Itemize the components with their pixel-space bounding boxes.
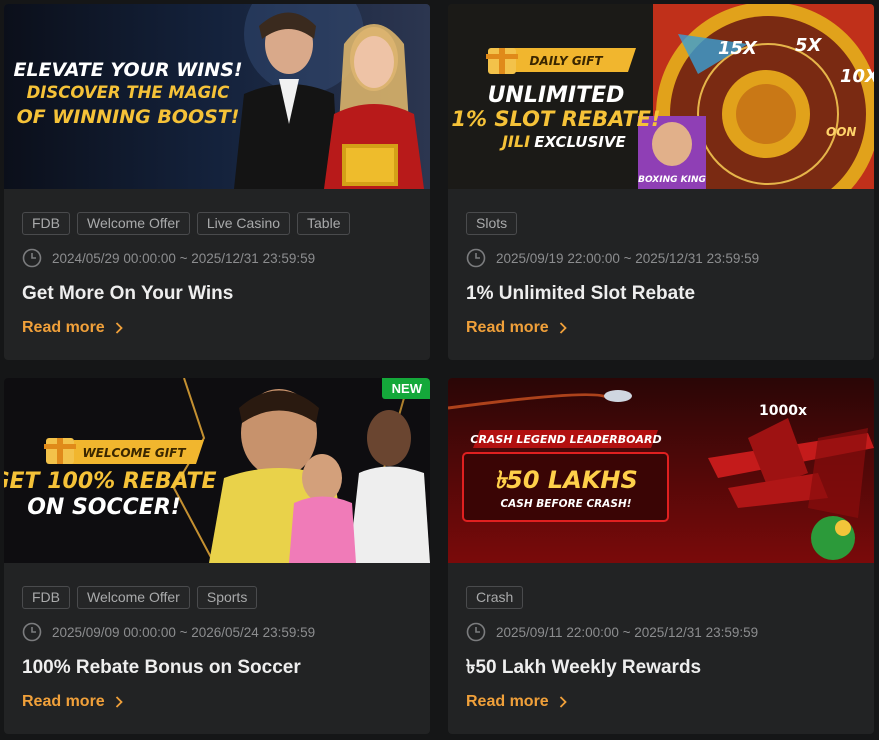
clock-icon xyxy=(466,622,486,642)
read-more-link[interactable]: Read more xyxy=(466,693,856,711)
promo-date: 2025/09/09 00:00:00 ~ 2026/05/24 23:59:5… xyxy=(22,621,412,643)
tag: FDB xyxy=(22,586,70,609)
gift-icon xyxy=(486,48,518,74)
promo-card[interactable]: ELEVATE YOUR WINS! DISCOVER THE MAGIC OF… xyxy=(4,4,430,360)
promotions-grid: ELEVATE YOUR WINS! DISCOVER THE MAGIC OF… xyxy=(0,0,879,740)
wheel-oon: OON xyxy=(826,125,856,139)
read-more-label: Read more xyxy=(466,693,549,710)
tag: Welcome Offer xyxy=(77,212,190,235)
promo-banner[interactable]: 15X 5X 10X OON BOXING KING DAILY GIFT UN… xyxy=(448,4,874,189)
promo-date: 2025/09/11 22:00:00 ~ 2025/12/31 23:59:5… xyxy=(466,621,856,643)
tag: Sports xyxy=(196,586,258,609)
chevron-right-icon xyxy=(559,322,567,334)
tag: Live Casino xyxy=(196,212,291,235)
tag-list: Crash xyxy=(466,586,856,609)
read-more-label: Read more xyxy=(466,319,549,336)
promo-banner[interactable]: ELEVATE YOUR WINS! DISCOVER THE MAGIC OF… xyxy=(4,4,430,189)
clock-icon xyxy=(22,622,42,642)
promo-card[interactable]: CRASH LEGEND LEADERBOARD ৳50 LAKHS CASH … xyxy=(448,378,874,734)
banner-line-2: ON SOCCER! xyxy=(27,495,181,520)
banner-ribbon: DAILY GIFT xyxy=(529,54,603,68)
read-more-label: Read more xyxy=(22,319,105,336)
tag: Table xyxy=(297,212,351,235)
banner-ribbon: CRASH LEGEND LEADERBOARD xyxy=(470,433,661,446)
promo-banner[interactable]: CRASH LEGEND LEADERBOARD ৳50 LAKHS CASH … xyxy=(448,378,874,563)
game-label: BOXING KING xyxy=(638,175,706,185)
read-more-link[interactable]: Read more xyxy=(22,319,412,337)
promo-banner[interactable]: WELCOME GIFT GET 100% REBATE ON SOCCER! … xyxy=(4,378,430,563)
tag: Crash xyxy=(466,586,524,609)
chevron-right-icon xyxy=(115,322,123,334)
gift-icon xyxy=(44,438,76,464)
chevron-right-icon xyxy=(115,696,123,708)
promo-card[interactable]: WELCOME GIFT GET 100% REBATE ON SOCCER! … xyxy=(4,378,430,734)
banner-multiplier: 1000x xyxy=(759,403,807,419)
wheel-10x: 10X xyxy=(840,66,874,87)
banner-line-1: GET 100% REBATE xyxy=(4,469,217,494)
banner-line-1: UNLIMITED xyxy=(488,83,625,108)
chevron-right-icon xyxy=(559,696,567,708)
banner-line-2: DISCOVER THE MAGIC xyxy=(27,83,230,102)
banner-art: 15X 5X 10X OON BOXING KING DAILY GIFT UN… xyxy=(448,4,874,189)
promo-title: 1% Unlimited Slot Rebate xyxy=(466,283,696,304)
promo-date: 2024/05/29 00:00:00 ~ 2025/12/31 23:59:5… xyxy=(22,247,412,269)
tag: Welcome Offer xyxy=(77,586,190,609)
banner-art: CRASH LEGEND LEADERBOARD ৳50 LAKHS CASH … xyxy=(448,378,874,563)
read-more-label: Read more xyxy=(22,693,105,710)
promo-card[interactable]: 15X 5X 10X OON BOXING KING DAILY GIFT UN… xyxy=(448,4,874,360)
wheel-5x: 5X xyxy=(795,35,823,56)
tag-list: FDB Welcome Offer Live Casino Table xyxy=(22,212,412,235)
clock-icon xyxy=(22,248,42,268)
date-range: 2025/09/11 22:00:00 ~ 2025/12/31 23:59:5… xyxy=(496,624,759,640)
wheel-15x: 15X xyxy=(718,38,758,59)
banner-line-3: OF WINNING BOOST! xyxy=(17,106,240,128)
banner-line-1: ৳50 LAKHS xyxy=(494,466,638,494)
new-badge: NEW xyxy=(381,378,430,399)
banner-line-2: CASH BEFORE CRASH! xyxy=(500,498,631,510)
read-more-link[interactable]: Read more xyxy=(466,319,856,337)
promo-title: ৳50 Lakh Weekly Rewards xyxy=(466,657,702,678)
promo-title: 100% Rebate Bonus on Soccer xyxy=(22,657,301,678)
banner-ribbon: WELCOME GIFT xyxy=(82,446,186,460)
banner-art: ELEVATE YOUR WINS! DISCOVER THE MAGIC OF… xyxy=(4,4,430,189)
date-range: 2025/09/19 22:00:00 ~ 2025/12/31 23:59:5… xyxy=(496,250,760,266)
promo-date: 2025/09/19 22:00:00 ~ 2025/12/31 23:59:5… xyxy=(466,247,856,269)
date-range: 2024/05/29 00:00:00 ~ 2025/12/31 23:59:5… xyxy=(52,250,316,266)
banner-line-1: ELEVATE YOUR WINS! xyxy=(13,59,242,81)
banner-brand-suffix: EXCLUSIVE xyxy=(534,133,626,151)
tag: Slots xyxy=(466,212,518,235)
clock-icon xyxy=(466,248,486,268)
tag-list: FDB Welcome Offer Sports xyxy=(22,586,412,609)
date-range: 2025/09/09 00:00:00 ~ 2026/05/24 23:59:5… xyxy=(52,624,316,640)
read-more-link[interactable]: Read more xyxy=(22,693,412,711)
tag: FDB xyxy=(22,212,70,235)
promo-title: Get More On Your Wins xyxy=(22,283,234,304)
banner-line-2: 1% SLOT REBATE! xyxy=(451,107,660,131)
banner-art: WELCOME GIFT GET 100% REBATE ON SOCCER! xyxy=(4,378,430,563)
tag-list: Slots xyxy=(466,212,856,235)
banner-brand: JILI xyxy=(499,132,530,151)
